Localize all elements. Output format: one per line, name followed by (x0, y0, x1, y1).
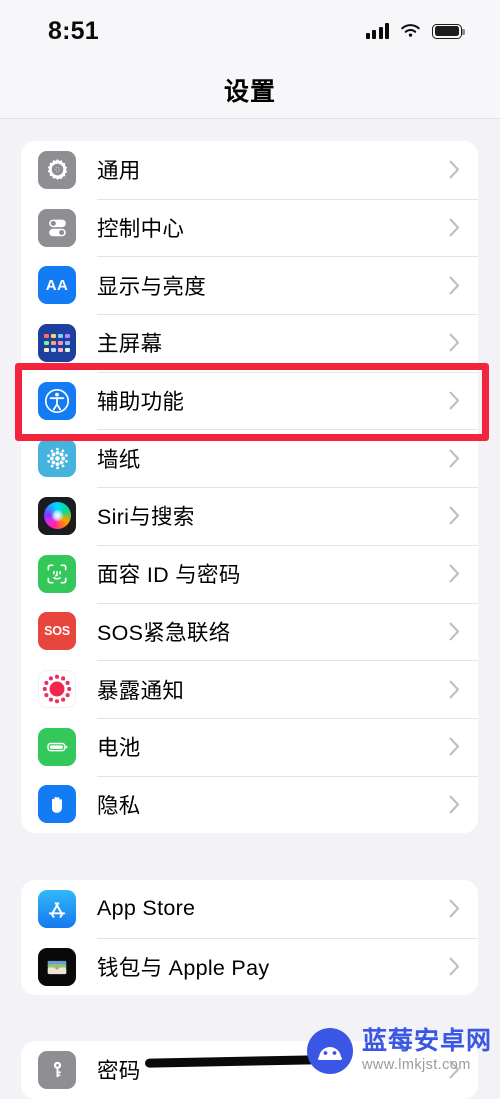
gear-icon (38, 150, 76, 189)
status-bar: 8:51 (0, 0, 500, 62)
settings-row-label: 电池 (97, 736, 141, 761)
app-store-icon (38, 889, 76, 928)
settings-row-home-screen[interactable]: 主屏幕 (21, 314, 478, 372)
settings-row-label: App Store (97, 896, 196, 921)
watermark-url: www.lmkjst.com (361, 1057, 471, 1074)
wifi-icon (401, 24, 420, 37)
settings-row-label: 隐私 (97, 793, 141, 818)
chevron-right-icon (449, 449, 460, 468)
settings-row-label: 钱包与 Apple Pay (97, 956, 270, 981)
settings-row-exposure-notification[interactable]: 暴露通知 (21, 660, 478, 718)
page-title: 设置 (223, 78, 276, 106)
status-bar-time: 8:51 (48, 16, 99, 45)
control-center-icon (38, 208, 76, 247)
settings-row-face-id[interactable]: 面容 ID 与密码 (21, 544, 478, 603)
settings-row-wallet[interactable]: 钱包与 Apple Pay (21, 937, 478, 996)
settings-row-control-center[interactable]: 控制中心 (21, 198, 478, 257)
settings-row-label: 面容 ID 与密码 (97, 563, 241, 588)
settings-row-accessibility[interactable]: 辅助功能 (21, 371, 478, 430)
settings-row-display-brightness[interactable]: AA 显示与亮度 (21, 256, 478, 315)
chevron-right-icon (449, 680, 460, 698)
home-screen-icon (38, 323, 76, 362)
settings-row-label: 墙纸 (97, 447, 141, 472)
settings-row-label: 控制中心 (97, 217, 185, 242)
settings-row-wallpaper[interactable]: 墙纸 (21, 429, 478, 488)
settings-row-siri[interactable]: Siri与搜索 (21, 487, 478, 545)
chevron-right-icon (449, 564, 460, 583)
settings-row-label: 显示与亮度 (97, 274, 207, 299)
chevron-right-icon (449, 795, 460, 814)
wallet-icon (38, 947, 76, 986)
settings-group-system: 通用控制中心 AA 显示与亮度主屏幕辅助功能墙纸 Siri与搜索面容 ID 与密码 SO… (21, 141, 478, 834)
settings-row-label: SOS紧急联络 (97, 620, 231, 645)
android-robot-icon (306, 1028, 353, 1074)
chevron-right-icon (449, 276, 460, 295)
settings-scroll-area[interactable]: 通用控制中心 AA 显示与亮度主屏幕辅助功能墙纸 Siri与搜索面容 ID 与密码 SO… (0, 119, 500, 1099)
face-id-icon (38, 554, 76, 593)
settings-row-privacy-hand[interactable]: 隐私 (21, 775, 478, 834)
settings-row-gear[interactable]: 通用 (21, 141, 478, 199)
chevron-right-icon (449, 160, 460, 179)
chevron-right-icon (449, 507, 460, 525)
cellular-signal-icon (365, 23, 389, 39)
chevron-right-icon (449, 957, 460, 976)
chevron-right-icon (449, 737, 460, 756)
key-icon (38, 1050, 76, 1089)
chevron-right-icon (449, 218, 460, 237)
settings-row-sos[interactable]: SOS SOS紧急联络 (21, 602, 478, 661)
display-brightness-icon: AA (38, 266, 76, 305)
accessibility-icon (38, 381, 76, 420)
settings-row-label: 主屏幕 (97, 332, 163, 357)
settings-row-label: 暴露通知 (97, 678, 185, 703)
settings-row-battery[interactable]: 电池 (21, 717, 478, 776)
privacy-hand-icon (38, 785, 76, 824)
settings-row-label: Siri与搜索 (97, 505, 195, 530)
watermark: 蓝莓安卓网 www.lmkjst.com (306, 1027, 492, 1074)
battery-icon (38, 727, 76, 766)
siri-icon (38, 496, 76, 535)
settings-row-app-store[interactable]: App Store (21, 880, 478, 938)
chevron-right-icon (449, 333, 460, 352)
settings-row-label: 通用 (97, 159, 141, 184)
chevron-right-icon (449, 899, 460, 918)
settings-group-store: App Store 钱包与 Apple Pay (21, 880, 478, 996)
wallpaper-icon (38, 439, 76, 478)
sos-icon: SOS (38, 612, 76, 651)
status-bar-indicators (365, 23, 465, 39)
settings-row-label: 辅助功能 (97, 390, 185, 415)
exposure-notification-icon (38, 670, 76, 709)
watermark-site-name: 蓝莓安卓网 (361, 1027, 492, 1056)
battery-full-icon (432, 23, 465, 39)
chevron-right-icon (449, 622, 460, 641)
chevron-right-icon (449, 391, 460, 410)
navigation-bar: 设置 (0, 62, 500, 119)
